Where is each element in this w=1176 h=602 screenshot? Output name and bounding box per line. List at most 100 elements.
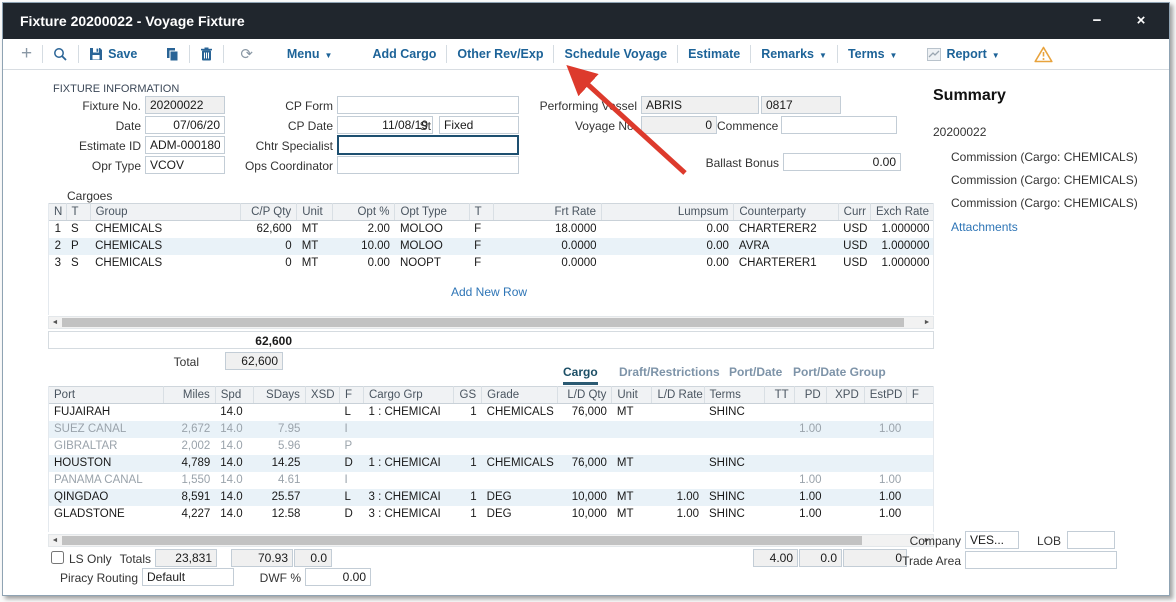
summary-fixture-id[interactable]: 20200022 [933,125,986,139]
company-field[interactable] [965,531,1019,549]
delete-button[interactable] [200,47,213,61]
scroll-left-arrow-icon[interactable]: ◄ [49,317,61,328]
commence-label: Commence [717,119,777,133]
ports-horizontal-scrollbar[interactable]: ◄ ► [48,534,934,547]
total-field[interactable] [225,352,283,370]
scrollbar-thumb[interactable] [62,536,862,545]
table-row[interactable]: SUEZ CANAL2,67214.07.95I1.001.00 [49,421,934,438]
schedule-voyage-button[interactable]: Schedule Voyage [564,47,667,61]
dwf-field[interactable] [305,568,371,586]
cell: 1,550 [163,472,215,489]
table-row[interactable]: FUJAIRAH14.0L1 : CHEMICAI1CHEMICALS76,00… [49,404,934,421]
tab-draft-restrictions[interactable]: Draft/Restrictions [619,365,720,382]
miles-total-field[interactable] [155,549,217,567]
cell: P [339,438,363,455]
cp-form-field[interactable] [337,96,519,114]
table-row[interactable]: 3SCHEMICALS0MT0.00NOOPTF0.00000.00CHARTE… [49,255,934,272]
cell: 12.58 [253,506,305,523]
menu-button[interactable]: Menu ▼ [287,47,333,61]
piracy-routing-field[interactable] [142,568,234,586]
refresh-button[interactable]: ⟳ [240,45,253,63]
xsd-total-field[interactable] [294,549,332,567]
fixture-no-field[interactable] [145,96,225,114]
column-header: Group [90,204,240,221]
save-button[interactable]: Save [89,47,137,61]
tab-port-date-group[interactable]: Port/Date Group [793,365,886,382]
scrollbar-thumb[interactable] [62,318,904,327]
estimate-button[interactable]: Estimate [688,47,740,61]
scroll-right-arrow-icon[interactable]: ► [921,317,933,328]
estimate-id-field[interactable] [145,136,225,154]
cell [826,489,864,506]
voyage-no-field[interactable] [641,116,717,134]
copy-button[interactable] [165,47,179,61]
cargoes-horizontal-scrollbar[interactable]: ◄ ► [48,316,934,329]
cell: 3 : CHEMICAI [363,506,453,523]
column-header: Grade [482,387,558,404]
sdays-total-field[interactable] [231,549,293,567]
cell: 62,600 [241,221,297,238]
search-button[interactable] [53,47,68,62]
cell [652,438,704,455]
toolbar: + Save ⟳ Menu ▼ Add Cargo Other Rev/Exp … [3,39,1169,70]
table-row[interactable]: HOUSTON4,78914.014.25D1 : CHEMICAI1CHEMI… [49,455,934,472]
ls-only-checkbox[interactable] [51,551,64,564]
cell [454,472,482,489]
commence-field[interactable] [781,116,897,134]
toolbar-separator [189,45,190,63]
status-field[interactable] [439,116,519,134]
tab-port-date[interactable]: Port/Date [729,365,782,382]
close-button[interactable]: × [1121,3,1161,39]
opr-type-field[interactable] [145,156,225,174]
terms-button[interactable]: Terms ▼ [848,47,898,61]
vessel-code-field[interactable] [761,96,841,114]
tt-total-field[interactable] [753,549,798,567]
pd-total-field[interactable] [799,549,842,567]
ballast-bonus-field[interactable] [783,153,901,171]
table-row[interactable]: PANAMA CANAL1,55014.04.61I1.001.00 [49,472,934,489]
cell: 0.0000 [493,238,601,255]
save-icon [89,47,103,61]
summary-attachments-link[interactable]: Attachments [951,220,1018,234]
tab-cargo[interactable]: Cargo [563,365,598,385]
add-cargo-button[interactable]: Add Cargo [372,47,436,61]
cell [454,438,482,455]
cell: 0 [241,238,297,255]
minimize-button[interactable]: − [1077,3,1117,39]
column-header: N [49,204,66,221]
trade-area-field[interactable] [965,551,1117,569]
cell: DEG [482,489,558,506]
table-row[interactable]: 2PCHEMICALS0MT10.00MOLOOF0.00000.00AVRAU… [49,238,934,255]
chtr-specialist-field[interactable] [337,135,519,155]
cell: FUJAIRAH [49,404,163,421]
add-new-row-link[interactable]: Add New Row [451,285,527,299]
remarks-button[interactable]: Remarks ▼ [761,47,827,61]
cell: D [339,455,363,472]
ops-coordinator-field[interactable] [337,156,519,174]
table-row[interactable]: GLADSTONE4,22714.012.58D3 : CHEMICAI1DEG… [49,506,934,523]
cell: MT [612,489,652,506]
table-row[interactable]: GIBRALTAR2,00214.05.96P [49,438,934,455]
toolbar-separator [78,45,79,63]
toolbar-separator [553,45,554,63]
table-row[interactable]: QINGDAO8,59114.025.57L3 : CHEMICAI1DEG10… [49,489,934,506]
new-button[interactable]: + [21,45,32,63]
other-rev-exp-button[interactable]: Other Rev/Exp [457,47,543,61]
dwf-label: DWF % [243,571,301,585]
cell: SHINC [704,404,764,421]
title-bar: Fixture 20200022 - Voyage Fixture − × [3,3,1169,39]
lob-field[interactable] [1067,531,1115,549]
warning-button[interactable] [1034,46,1053,63]
cell: 14.0 [215,455,253,472]
cell: PANAMA CANAL [49,472,163,489]
scroll-left-arrow-icon[interactable]: ◄ [49,535,61,546]
column-header: Unit [612,387,652,404]
performing-vessel-field[interactable] [641,96,759,114]
table-row[interactable]: 1SCHEMICALS62,600MT2.00MOLOOF18.00000.00… [49,221,934,238]
column-header: Frt Rate [493,204,601,221]
summary-commission-item[interactable]: Commission (Cargo: CHEMICALS) [951,196,1138,210]
summary-commission-item[interactable]: Commission (Cargo: CHEMICALS) [951,173,1138,187]
date-field[interactable] [145,116,225,134]
summary-commission-item[interactable]: Commission (Cargo: CHEMICALS) [951,150,1138,164]
report-button[interactable]: Report ▼ [927,47,999,61]
